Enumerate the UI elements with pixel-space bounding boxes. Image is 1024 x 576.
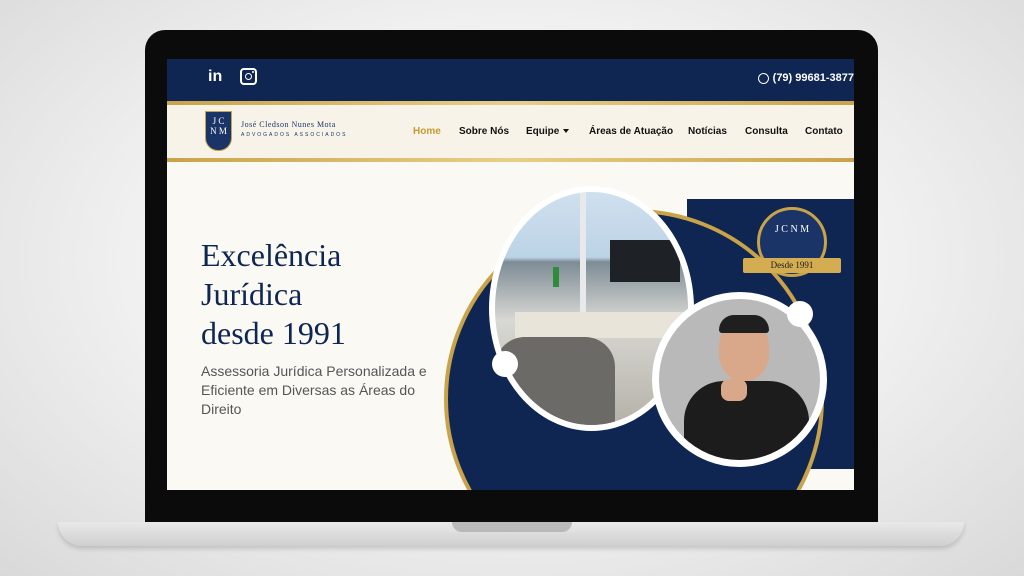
nav-equipe[interactable]: Equipe <box>526 126 570 137</box>
decorative-dot <box>492 351 518 377</box>
phone-number: (79) 99681-3877 <box>772 72 854 84</box>
whatsapp-icon <box>757 72 769 84</box>
hero-title: Excelência Jurídica desde 1991 <box>201 237 346 351</box>
seal-ribbon: Desde 1991 <box>743 258 841 273</box>
brand-name[interactable]: José Cledson Nunes Mota <box>241 120 336 129</box>
decorative-dot <box>787 301 813 327</box>
laptop-notch <box>452 522 572 532</box>
logo-emblem[interactable]: J C N M <box>205 111 232 151</box>
nav-home[interactable]: Home <box>413 126 441 137</box>
hero-subtitle: Assessoria Jurídica Personalizada e Efic… <box>201 363 427 417</box>
nav-noticias[interactable]: Notícias <box>688 126 727 137</box>
nav-sobre-nos[interactable]: Sobre Nós <box>459 126 509 137</box>
gold-divider-bottom <box>167 158 854 162</box>
website-screen: in (79) 99681-3877 J C N M José Cledson … <box>167 59 854 490</box>
nav-consulta[interactable]: Consulta <box>745 126 788 137</box>
instagram-icon[interactable] <box>240 68 257 85</box>
phone-link[interactable]: (79) 99681-3877 <box>757 72 854 84</box>
nav-contato[interactable]: Contato <box>805 126 843 137</box>
linkedin-icon[interactable]: in <box>208 68 222 86</box>
nav-areas-de-atuacao[interactable]: Áreas de Atuação <box>589 126 673 137</box>
top-bar: in (79) 99681-3877 <box>167 59 854 101</box>
brand-tagline: ADVOGADOS ASSOCIADOS <box>241 132 348 138</box>
chevron-down-icon <box>563 129 570 134</box>
navbar: J C N M José Cledson Nunes Mota ADVOGADO… <box>167 105 854 158</box>
